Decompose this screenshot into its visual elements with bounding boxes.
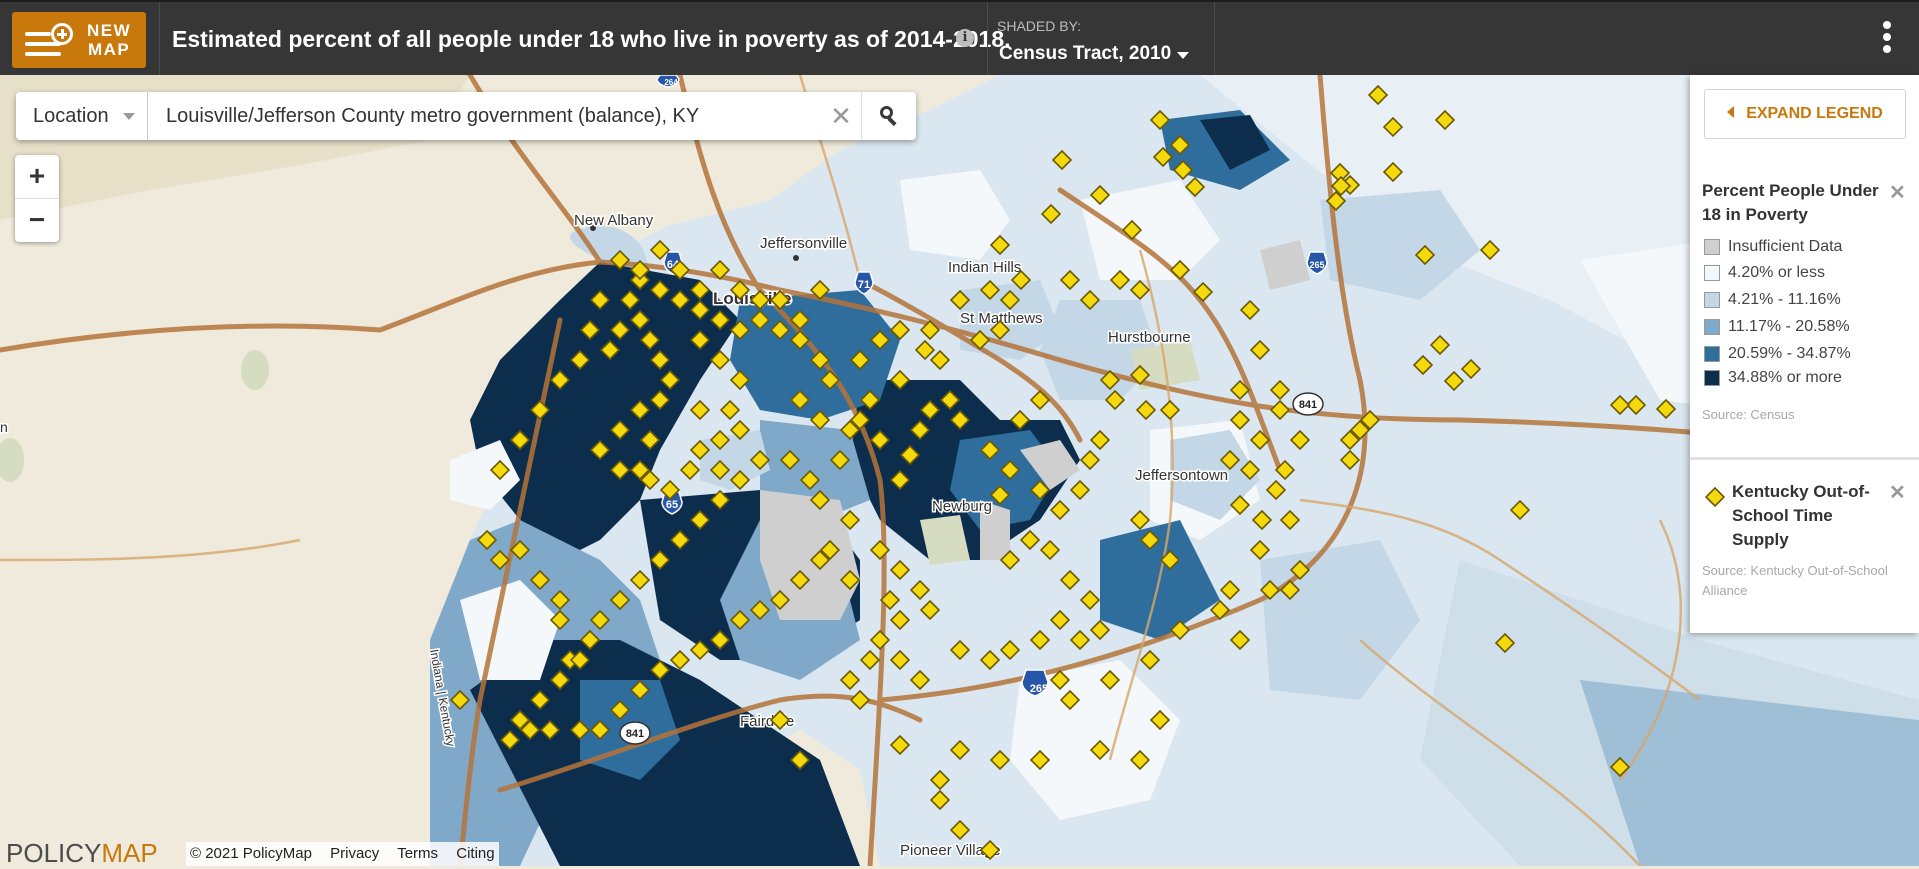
legend-item-label: 20.59% - 34.87% [1728,345,1851,362]
legend-item: 34.88% or more [1704,367,1842,389]
legend-item: 4.21% - 11.16% [1704,289,1841,311]
citing-link[interactable]: Citing [456,845,494,862]
diamond-marker-icon [1705,487,1725,507]
logo-map: MAP [101,838,158,868]
zoom-in-button[interactable]: + [15,155,59,199]
legend-layer1-title: Percent People Under 18 in Poverty [1702,181,1879,224]
legend-item: 11.17% - 20.58% [1704,316,1850,338]
legend-layer2-source: Source: Kentucky Out-of-School Alliance [1702,563,1888,598]
location-type-label: Location [33,105,109,127]
location-type-dropdown[interactable]: Location [16,92,148,140]
label-indian-hills: Indian Hills [948,259,1021,276]
legend-item-label: 11.17% - 20.58% [1728,318,1850,335]
legend-item: Insufficient Data [1704,236,1842,258]
shield-label-841-a: 841 [1299,399,1317,411]
map-title: Estimated percent of all people under 18… [172,26,1011,52]
legend-item: 4.20% or less [1704,262,1825,284]
chevron-down-icon[interactable] [1177,52,1189,59]
expand-legend-label: EXPAND LEGEND [1746,105,1883,122]
copyright-text: © 2021 PolicyMap [190,845,312,862]
shield-label-65: 65 [666,499,678,511]
swatch [1704,265,1720,281]
new-map-label-line2: MAP [87,40,131,59]
legend-panel: EXPAND LEGEND Percent People Under 18 in… [1690,75,1919,633]
legend-item-label: Insufficient Data [1728,238,1843,255]
expand-legend-button[interactable]: EXPAND LEGEND [1704,89,1906,139]
privacy-link[interactable]: Privacy [330,845,379,862]
label-hurstbourne: Hurstbourne [1108,329,1191,346]
divider [1214,2,1215,77]
logo-policy: POLICY [6,838,102,868]
caret-left-icon [1727,106,1735,118]
info-icon[interactable]: i [956,29,974,47]
label-jeffersontown: Jeffersontown [1135,467,1228,484]
label-jeffersonville: Jeffersonville [760,235,847,252]
swatch [1704,370,1720,386]
label-edge-n: n [0,419,8,435]
attribution-bar: © 2021 PolicyMap Privacy Terms Citing [186,842,499,866]
route-shield-841-a: 841 [1292,392,1324,416]
legend-layer1-source: Source: Census [1702,407,1795,422]
location-search-bar: Location ✕ [16,92,916,140]
divider [1690,457,1919,460]
label-new-albany: New Albany [574,212,654,229]
legend-item-label: 4.20% or less [1728,264,1825,281]
route-shield-841-b: 841 [619,721,651,745]
policymap-logo[interactable]: POLICYMAP [6,838,158,869]
label-newburg: Newburg [932,498,992,515]
legend-item: 20.59% - 34.87% [1704,343,1851,365]
divider [159,2,160,77]
shaded-by-label: SHADED BY: [997,18,1082,34]
legend-item-label: 34.88% or more [1728,369,1842,386]
shield-label-264: 264 [664,78,678,87]
map-canvas[interactable]: 64 71 265 265 65 264 841 841 New Albany … [0,75,1919,866]
swatch [1704,239,1720,255]
new-map-label-line1: NEW [87,21,132,40]
legend-layer2-title: Kentucky Out-of-School Time Supply [1732,482,1870,549]
close-layer1-icon[interactable]: ✕ [1889,180,1906,205]
shield-label-841-b: 841 [626,728,644,740]
shield-label-71: 71 [858,279,870,291]
search-input[interactable] [166,92,816,140]
zoom-out-button[interactable]: − [15,199,59,242]
clear-search-button[interactable]: ✕ [826,100,856,132]
swatch [1704,292,1720,308]
shield-label-265-top: 265 [1309,260,1324,270]
legend-item-label: 4.21% - 11.16% [1728,291,1841,308]
shield-label-265-bottom: 265 [1030,683,1048,695]
new-map-button[interactable]: NEW MAP [12,12,146,68]
swatch [1704,319,1720,335]
top-bar: NEW MAP Estimated percent of all people … [0,0,1919,77]
new-map-icon [25,20,75,60]
swatch [1704,346,1720,362]
more-options-icon[interactable] [1880,21,1894,59]
close-layer2-icon[interactable]: ✕ [1889,480,1906,505]
search-button[interactable] [861,92,916,140]
terms-link[interactable]: Terms [397,845,438,862]
chevron-down-icon [123,113,135,120]
zoom-control: + − [15,155,59,242]
shaded-by-dropdown[interactable]: Census Tract, 2010 [999,43,1171,65]
divider [987,2,988,77]
